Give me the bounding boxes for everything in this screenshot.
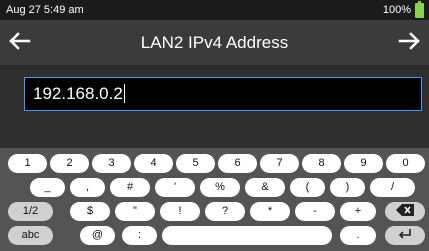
key-9[interactable]: 9 <box>344 154 383 173</box>
key-quote[interactable]: " <box>115 202 155 221</box>
key-shift-page[interactable]: 1/2 <box>8 202 53 221</box>
key-apostrophe[interactable]: ' <box>155 178 195 197</box>
title-bar: LAN2 IPv4 Address <box>0 20 429 65</box>
backspace-icon <box>396 204 414 216</box>
battery-percent: 100% <box>382 4 411 16</box>
content-area: 192.168.0.2 <box>0 65 429 148</box>
key-0[interactable]: 0 <box>386 154 425 173</box>
key-underscore[interactable]: _ <box>30 178 65 197</box>
key-2[interactable]: 2 <box>50 154 89 173</box>
key-slash[interactable]: / <box>370 178 415 197</box>
page-title: LAN2 IPv4 Address <box>140 33 289 52</box>
status-bar: Aug 27 5:49 am 100% <box>0 0 429 20</box>
key-minus[interactable]: - <box>295 202 335 221</box>
backspace-key[interactable] <box>385 202 425 221</box>
key-6[interactable]: 6 <box>218 154 257 173</box>
ipv4-address-value: 192.168.0.2 <box>33 84 123 103</box>
ipv4-address-input[interactable]: 192.168.0.2 <box>24 77 422 111</box>
status-time: Aug 27 5:49 am <box>6 4 84 16</box>
key-dollar[interactable]: $ <box>70 202 110 221</box>
key-abc[interactable]: abc <box>8 226 53 245</box>
key-hash[interactable]: # <box>110 178 150 197</box>
key-question[interactable]: ? <box>205 202 245 221</box>
key-colon[interactable]: : <box>122 226 157 245</box>
key-asterisk[interactable]: * <box>250 202 290 221</box>
key-comma[interactable]: , <box>70 178 105 197</box>
key-at[interactable]: @ <box>80 226 115 245</box>
key-plus[interactable]: + <box>340 202 376 221</box>
key-space[interactable] <box>162 226 332 245</box>
key-7[interactable]: 7 <box>260 154 299 173</box>
enter-icon <box>398 229 411 239</box>
key-exclamation[interactable]: ! <box>160 202 200 221</box>
key-close-paren[interactable]: ) <box>330 178 365 197</box>
key-8[interactable]: 8 <box>302 154 341 173</box>
key-period[interactable]: . <box>340 226 376 245</box>
key-4[interactable]: 4 <box>134 154 173 173</box>
key-percent[interactable]: % <box>200 178 240 197</box>
enter-key[interactable] <box>385 226 425 245</box>
key-1[interactable]: 1 <box>8 154 47 173</box>
text-caret <box>123 84 125 103</box>
forward-arrow-icon[interactable] <box>396 28 422 54</box>
key-open-paren[interactable]: ( <box>290 178 325 197</box>
battery-icon <box>415 1 424 18</box>
key-ampersand[interactable]: & <box>245 178 285 197</box>
on-screen-keyboard: 1 2 3 4 5 6 7 8 9 0 _ , # ' % & ( ) / 1/… <box>0 148 429 251</box>
key-5[interactable]: 5 <box>176 154 215 173</box>
key-3[interactable]: 3 <box>92 154 131 173</box>
